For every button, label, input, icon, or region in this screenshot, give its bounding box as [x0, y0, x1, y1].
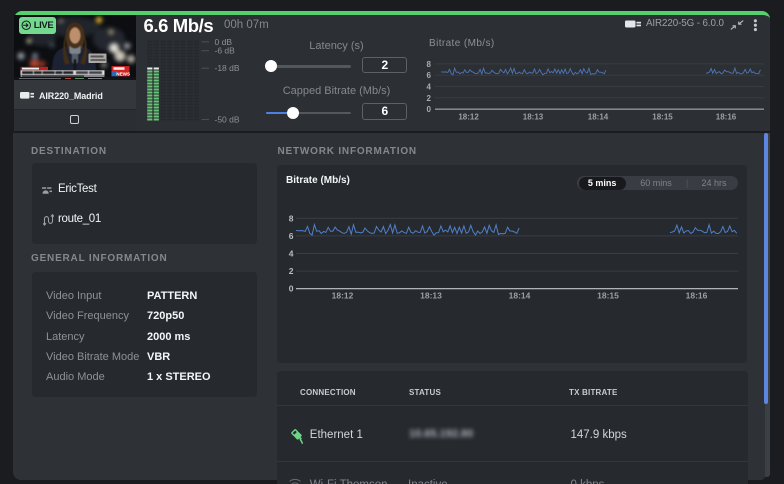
svg-text:4: 4 — [289, 249, 294, 259]
svg-text:18:14: 18:14 — [509, 291, 531, 301]
svg-text:2: 2 — [289, 266, 294, 276]
svg-text:18:13: 18:13 — [420, 291, 442, 301]
svg-text:18:12: 18:12 — [332, 291, 354, 301]
svg-text:18:15: 18:15 — [597, 291, 619, 301]
svg-text:8: 8 — [289, 213, 294, 223]
svg-text:6: 6 — [289, 231, 294, 241]
svg-text:18:16: 18:16 — [686, 291, 708, 301]
svg-text:0: 0 — [289, 284, 294, 294]
